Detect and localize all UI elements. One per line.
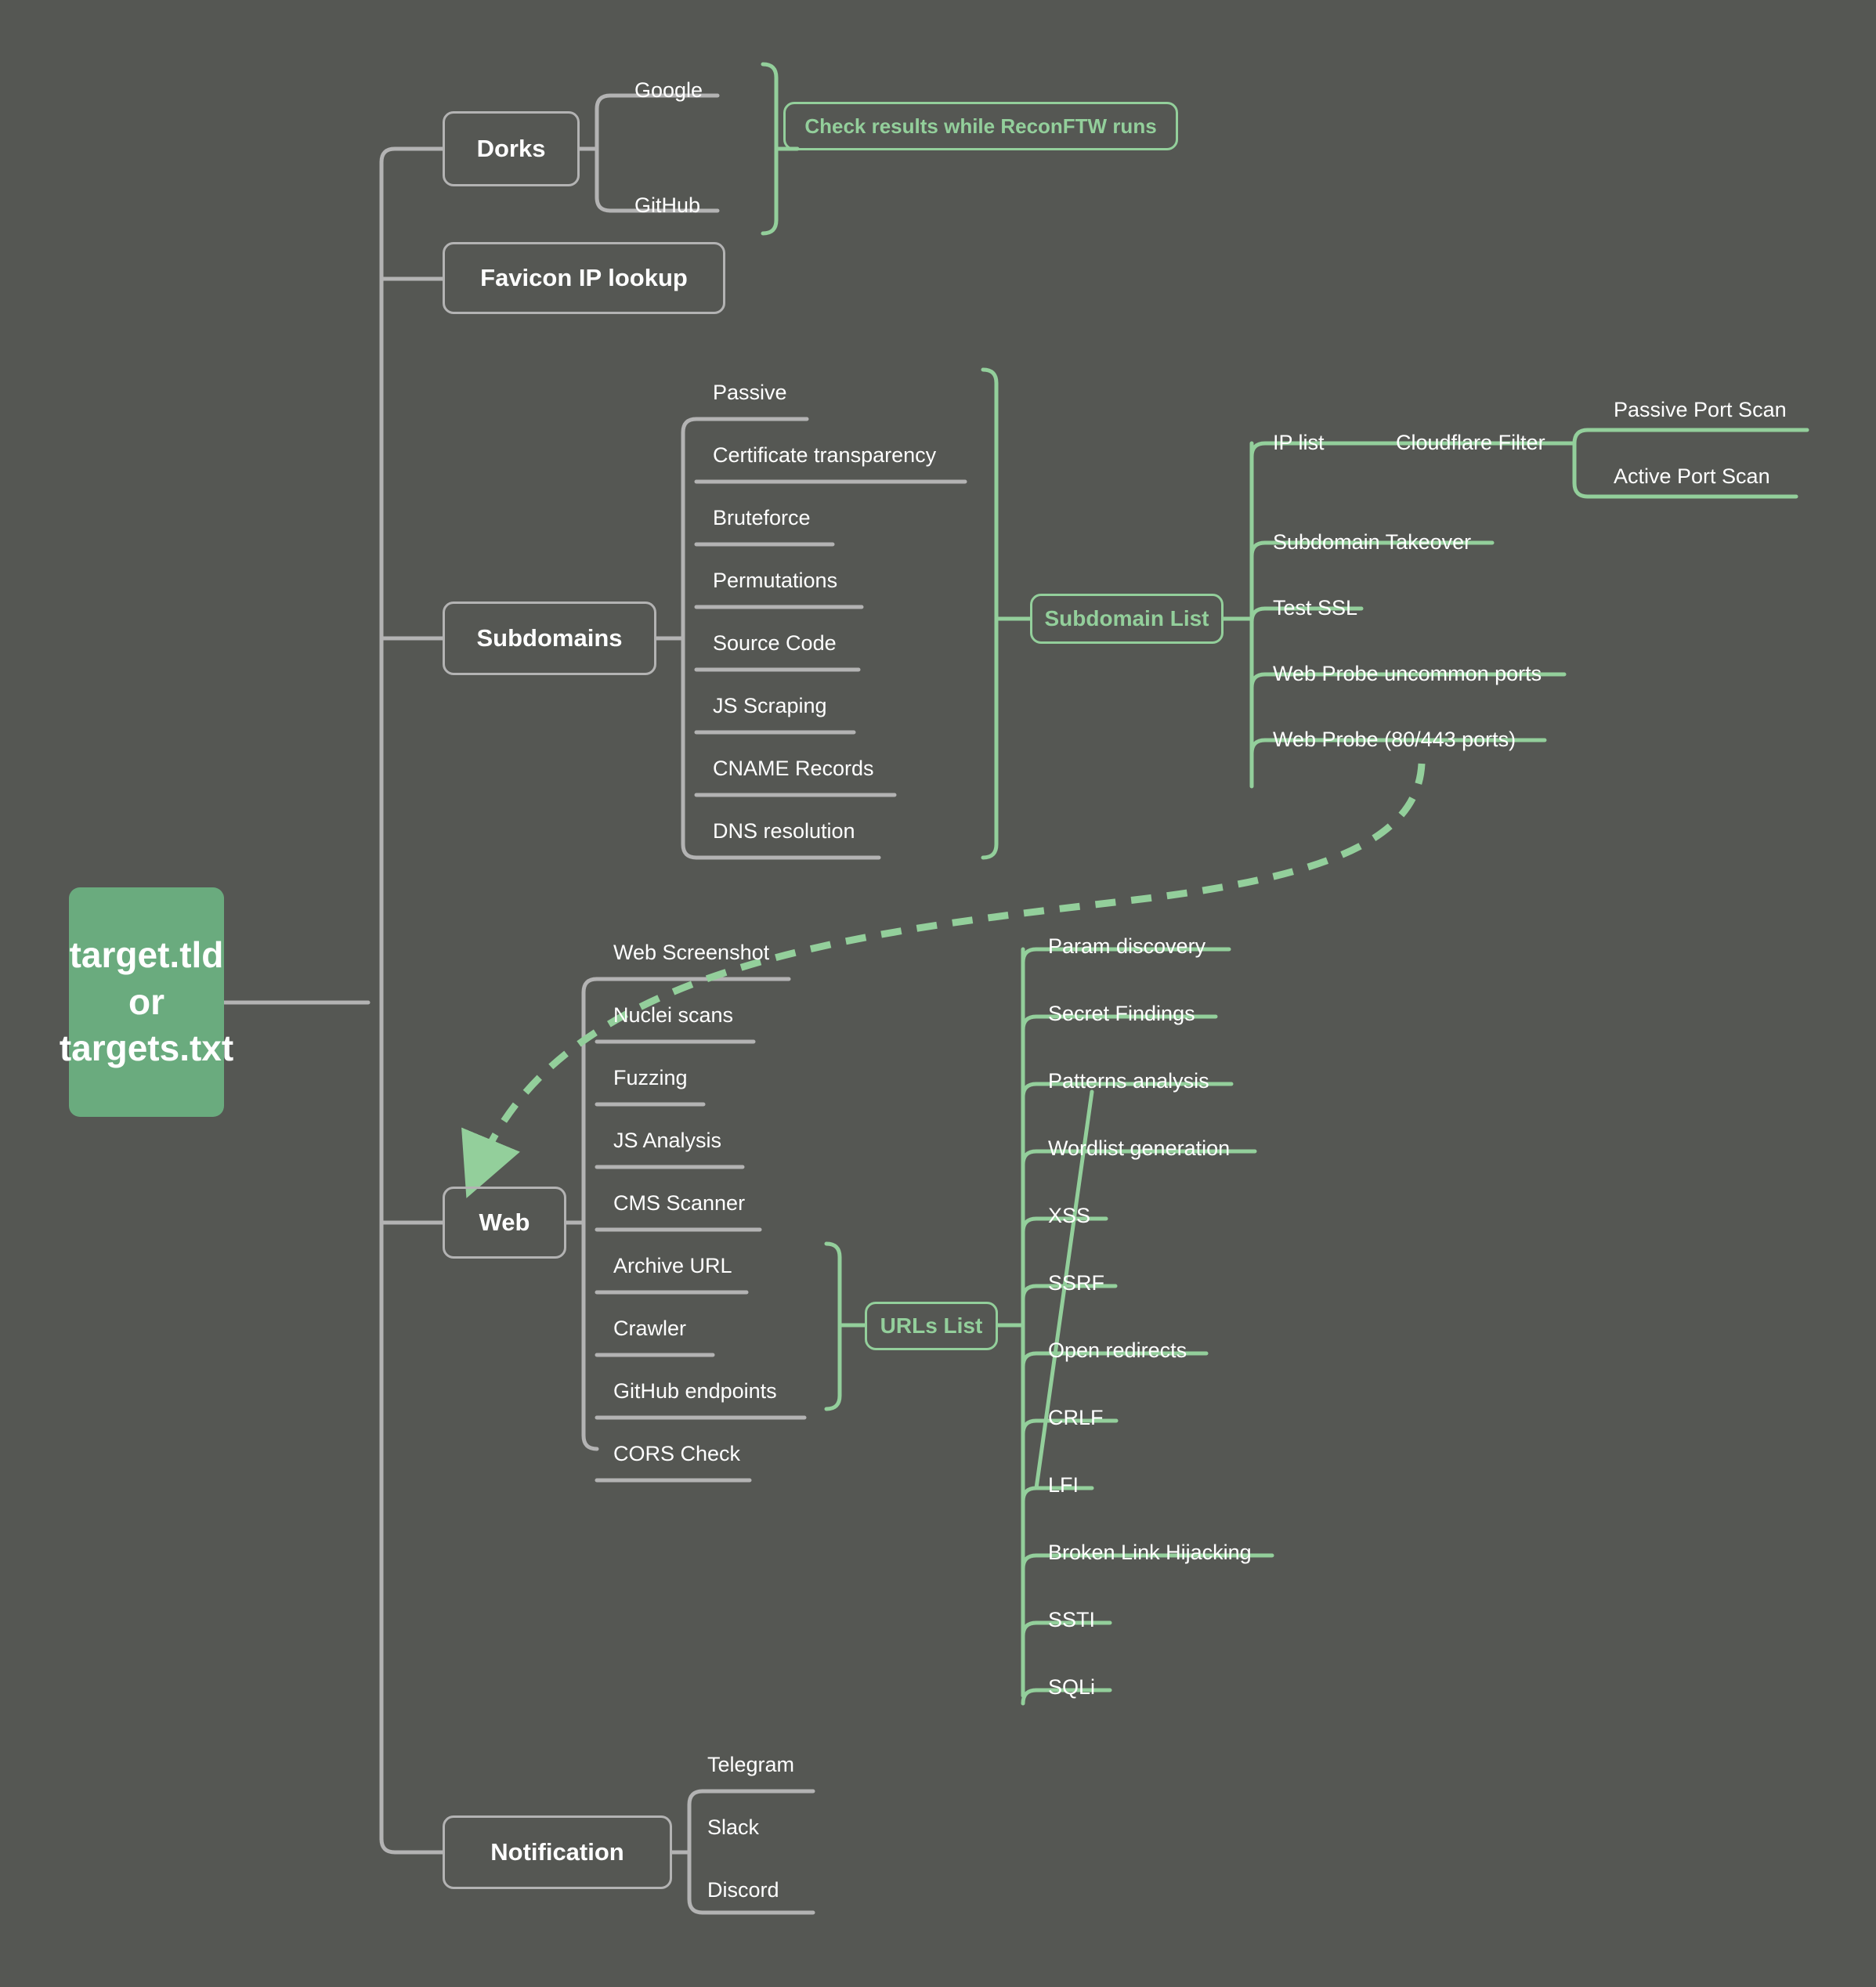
leaf-web-5[interactable]: Archive URL <box>613 1255 732 1277</box>
leaf-urls-2[interactable]: Patterns analysis <box>1048 1071 1209 1092</box>
leaf-web-6[interactable]: Crawler <box>613 1318 686 1339</box>
branch-node-notification[interactable]: Notification <box>443 1815 672 1889</box>
mindmap-canvas: target.tld or targets.txt Dorks Google G… <box>0 0 1876 1987</box>
leaf-urls-11[interactable]: SQLi <box>1048 1677 1095 1698</box>
root-label-line1: target.tld <box>69 934 224 975</box>
leaf-notification-telegram[interactable]: Telegram <box>707 1754 794 1776</box>
branch-node-subdomains[interactable]: Subdomains <box>443 602 656 675</box>
leaf-subdomains-7[interactable]: DNS resolution <box>713 821 855 842</box>
leaf-urls-10[interactable]: SSTI <box>1048 1609 1095 1631</box>
aggregate-label-subdomain-list: Subdomain List <box>1044 606 1209 630</box>
root-label-line3: targets.txt <box>59 1028 234 1069</box>
leaf-web-3[interactable]: JS Analysis <box>613 1130 721 1151</box>
flow-arrow-webprobe-to-web <box>461 763 1426 1198</box>
leaf-subdomains-2[interactable]: Bruteforce <box>713 508 811 529</box>
leaf-subdomain-list-cloudflare-filter[interactable]: Cloudflare Filter <box>1396 432 1545 453</box>
leaf-subdomains-6[interactable]: CNAME Records <box>713 758 874 779</box>
leaf-urls-5[interactable]: SSRF <box>1048 1273 1104 1294</box>
branch-label-web: Web <box>479 1208 530 1236</box>
leaf-web-0[interactable]: Web Screenshot <box>613 942 769 963</box>
leaf-dorks-google[interactable]: Google <box>634 80 703 101</box>
branch-node-favicon-ip-lookup[interactable]: Favicon IP lookup <box>443 242 725 314</box>
leaf-dorks-github[interactable]: GitHub <box>634 195 700 216</box>
root-node[interactable]: target.tld or targets.txt <box>60 887 233 1117</box>
callout-check-results[interactable]: Check results while ReconFTW runs <box>783 102 1178 150</box>
root-label-line2: or <box>128 981 164 1022</box>
leaf-urls-7[interactable]: CRLF <box>1048 1407 1104 1429</box>
leaf-web-7[interactable]: GitHub endpoints <box>613 1381 777 1402</box>
leaf-urls-4[interactable]: XSS <box>1048 1205 1090 1227</box>
branch-label-favicon: Favicon IP lookup <box>480 263 688 291</box>
leaf-subdomain-list-web-probe-uncommon[interactable]: Web Probe uncommon ports <box>1273 663 1542 685</box>
aggregate-label-urls-list: URLs List <box>880 1313 983 1338</box>
branch-node-web[interactable]: Web <box>443 1187 566 1259</box>
leaf-passive-port-scan[interactable]: Passive Port Scan <box>1614 399 1787 421</box>
leaf-urls-0[interactable]: Param discovery <box>1048 936 1205 957</box>
leaf-notification-discord[interactable]: Discord <box>707 1880 779 1901</box>
leaf-active-port-scan[interactable]: Active Port Scan <box>1614 466 1770 487</box>
leaf-web-8[interactable]: CORS Check <box>613 1443 740 1465</box>
branch-label-dorks: Dorks <box>476 134 546 162</box>
aggregate-node-subdomain-list[interactable]: Subdomain List <box>1030 594 1224 644</box>
leaf-subdomains-5[interactable]: JS Scraping <box>713 695 827 717</box>
leaf-urls-8[interactable]: LFI <box>1048 1475 1079 1496</box>
leaf-web-4[interactable]: CMS Scanner <box>613 1193 745 1214</box>
branch-node-dorks[interactable]: Dorks <box>443 111 580 186</box>
branch-label-notification: Notification <box>490 1837 624 1866</box>
leaf-urls-6[interactable]: Open redirects <box>1048 1340 1187 1361</box>
callout-label: Check results while ReconFTW runs <box>804 114 1157 138</box>
leaf-subdomain-list-takeover[interactable]: Subdomain Takeover <box>1273 532 1471 553</box>
leaf-subdomain-list-ip-list[interactable]: IP list <box>1273 432 1325 453</box>
leaf-notification-slack[interactable]: Slack <box>707 1817 759 1838</box>
leaf-web-1[interactable]: Nuclei scans <box>613 1005 733 1026</box>
connector-lines <box>222 62 1809 1915</box>
leaf-urls-3[interactable]: Wordlist generation <box>1048 1138 1230 1159</box>
leaf-urls-1[interactable]: Secret Findings <box>1048 1003 1195 1024</box>
leaf-subdomains-3[interactable]: Permutations <box>713 570 837 591</box>
leaf-subdomain-list-test-ssl[interactable]: Test SSL <box>1273 598 1357 619</box>
branch-label-subdomains: Subdomains <box>476 623 623 652</box>
leaf-subdomain-list-web-probe-80-443[interactable]: Web Probe (80/443 ports) <box>1273 729 1516 750</box>
leaf-web-2[interactable]: Fuzzing <box>613 1068 688 1089</box>
leaf-subdomains-0[interactable]: Passive <box>713 382 787 403</box>
aggregate-node-urls-list[interactable]: URLs List <box>865 1302 998 1350</box>
leaf-subdomains-4[interactable]: Source Code <box>713 633 837 654</box>
leaf-subdomains-1[interactable]: Certificate transparency <box>713 445 936 466</box>
leaf-urls-9[interactable]: Broken Link Hijacking <box>1048 1542 1252 1563</box>
